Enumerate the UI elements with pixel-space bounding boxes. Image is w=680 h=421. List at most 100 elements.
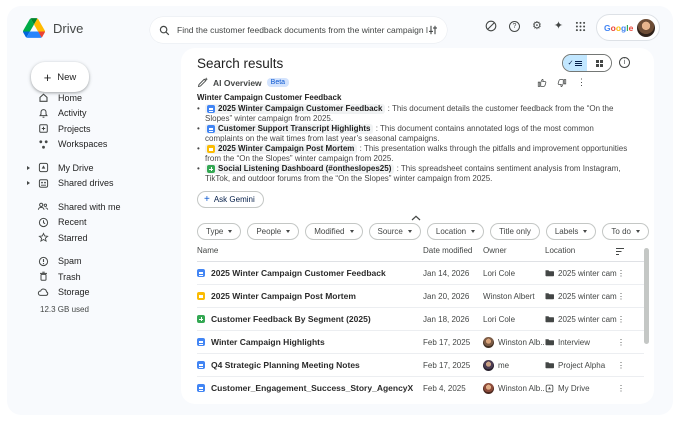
location-cell[interactable]: My Drive <box>545 377 617 399</box>
search-input[interactable]: Find the customer feedback documents fro… <box>177 25 428 35</box>
grid-view-icon <box>596 60 603 67</box>
filter-title-only[interactable]: Title only <box>490 223 540 240</box>
gemini-sparkle-icon[interactable]: ✦ <box>554 21 563 32</box>
filter-location[interactable]: Location <box>427 223 484 240</box>
file-row[interactable]: Q4 Strategic Planning Meeting Notes Feb … <box>197 354 644 377</box>
sort-icon[interactable] <box>615 247 625 256</box>
file-row[interactable]: 2025 Winter Campaign Post Mortem Jan 20,… <box>197 285 644 308</box>
more-options-icon[interactable]: ⋮ <box>615 331 627 353</box>
ai-citation-list: 2025 Winter Campaign Customer Feedback :… <box>197 104 629 184</box>
table-scrollbar[interactable] <box>644 248 649 344</box>
sidebar-item-projects[interactable]: Projects <box>37 121 177 137</box>
sidebar-item-shared-drives[interactable]: Shared drives <box>37 176 177 192</box>
filter-source[interactable]: Source <box>369 223 421 240</box>
column-name[interactable]: Name <box>197 246 218 255</box>
search-results-panel: Search results ✓ i AI Overview Beta ⋮ <box>181 48 654 404</box>
new-button[interactable]: + New <box>31 62 89 92</box>
filter-chips: Type People Modified Source Location Tit… <box>197 223 649 240</box>
thumbs-up-icon[interactable] <box>537 78 547 88</box>
owner-avatar <box>483 337 494 348</box>
ai-overview-label: AI Overview <box>213 78 262 88</box>
location-cell[interactable]: 2025 winter cam <box>545 285 617 307</box>
grid-view-button[interactable] <box>587 55 611 71</box>
sidebar-item-shared-with-me[interactable]: Shared with me <box>37 199 177 215</box>
sidebar-item-trash[interactable]: Trash <box>37 269 177 285</box>
trash-icon <box>37 271 49 282</box>
projects-icon <box>37 123 49 134</box>
filter-labels[interactable]: Labels <box>546 223 597 240</box>
owner-cell: Winston Alb... <box>483 331 545 353</box>
sidebar-item-my-drive[interactable]: My Drive <box>37 160 177 176</box>
ask-gemini-button[interactable]: + Ask Gemini <box>197 191 264 208</box>
file-chip[interactable]: 2025 Winter Campaign Post Mortem <box>205 144 357 154</box>
folder-icon <box>545 315 554 323</box>
file-row[interactable]: 2025 Winter Campaign Customer Feedback J… <box>197 262 644 285</box>
file-row[interactable]: Winter Campaign Highlights Feb 17, 2025 … <box>197 331 644 354</box>
filter-modified[interactable]: Modified <box>305 223 362 240</box>
folder-icon <box>545 292 554 300</box>
sidebar-item-spam[interactable]: Spam <box>37 254 177 270</box>
column-owner[interactable]: Owner <box>483 246 507 255</box>
check-icon: ✓ <box>568 59 574 67</box>
more-options-icon[interactable]: ⋮ <box>615 285 627 307</box>
sidebar-item-recent[interactable]: Recent <box>37 215 177 231</box>
owner-avatar <box>483 360 494 371</box>
more-options-icon[interactable]: ⋮ <box>615 262 627 284</box>
owner-cell: me <box>483 354 545 376</box>
settings-gear-icon[interactable]: ⚙ <box>532 21 542 32</box>
owner-cell: Winston Albert <box>483 285 545 307</box>
plus-icon: + <box>44 70 52 85</box>
file-row[interactable]: Customer Feedback By Segment (2025) Jan … <box>197 308 644 331</box>
storage-used-label: 12.3 GB used <box>40 305 177 314</box>
more-options-icon[interactable]: ⋮ <box>615 308 627 330</box>
file-chip[interactable]: 2025 Winter Campaign Customer Feedback <box>205 104 385 114</box>
more-options-icon[interactable]: ⋮ <box>615 354 627 376</box>
filter-people[interactable]: People <box>247 223 299 240</box>
ai-more-options-icon[interactable]: ⋮ <box>577 77 586 88</box>
expand-arrow-icon[interactable] <box>27 181 30 185</box>
file-row[interactable]: Customer_Engagement_Success_Story_Agency… <box>197 377 644 399</box>
help-icon[interactable]: ? <box>509 21 520 32</box>
location-cell[interactable]: Interview <box>545 331 617 353</box>
folder-icon <box>545 361 554 369</box>
sidebar-item-workspaces[interactable]: Workspaces <box>37 137 177 153</box>
sidebar-item-activity[interactable]: Activity <box>37 106 177 122</box>
file-chip[interactable]: Social Listening Dashboard (#ontheslopes… <box>205 164 394 174</box>
list-view-button[interactable]: ✓ <box>563 55 587 71</box>
drive-logo-icon <box>23 18 45 38</box>
sidebar-item-home[interactable]: Home <box>37 90 177 106</box>
more-options-icon[interactable]: ⋮ <box>615 377 627 399</box>
spam-icon <box>37 256 49 267</box>
thumbs-down-icon[interactable] <box>557 78 567 88</box>
filter-to-do[interactable]: To do <box>602 223 649 240</box>
my-drive-icon <box>545 384 554 393</box>
sidebar-item-storage[interactable]: Storage <box>37 285 177 301</box>
file-chip[interactable]: Customer Support Transcript Highlights <box>205 124 373 134</box>
apps-grid-icon[interactable] <box>575 21 586 32</box>
info-icon[interactable]: i <box>619 57 630 68</box>
user-avatar[interactable] <box>637 19 655 37</box>
chevron-down-icon <box>286 230 290 233</box>
expand-arrow-icon[interactable] <box>27 166 30 170</box>
location-cell[interactable]: Project Alpha <box>545 354 617 376</box>
file-name: Customer_Engagement_Success_Story_Agency… <box>211 383 413 393</box>
file-name: 2025 Winter Campaign Post Mortem <box>211 291 356 301</box>
date-modified: Jan 18, 2026 <box>423 308 483 330</box>
filter-type[interactable]: Type <box>197 223 241 240</box>
offline-status-icon[interactable] <box>485 20 497 32</box>
owner-avatar <box>483 383 494 394</box>
owner-cell: Lori Cole <box>483 262 545 284</box>
chevron-down-icon <box>471 230 475 233</box>
bell-icon <box>37 108 49 119</box>
docs-icon <box>197 269 205 277</box>
advanced-search-icon[interactable] <box>428 25 438 35</box>
column-location[interactable]: Location <box>545 246 575 255</box>
account-pill[interactable]: Google <box>596 14 660 41</box>
location-cell[interactable]: 2025 winter cam <box>545 308 617 330</box>
clock-icon <box>37 217 49 228</box>
date-modified: Feb 4, 2025 <box>423 377 483 399</box>
sidebar-item-starred[interactable]: Starred <box>37 230 177 246</box>
location-cell[interactable]: 2025 winter cam <box>545 262 617 284</box>
column-date-modified[interactable]: Date modified <box>423 246 472 255</box>
search-bar[interactable]: Find the customer feedback documents fro… <box>150 17 447 43</box>
